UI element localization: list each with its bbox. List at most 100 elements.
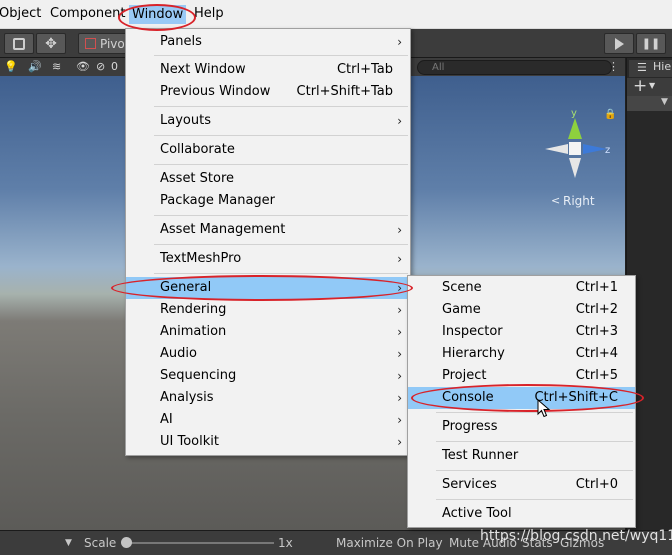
window-menu-item-next-window[interactable]: Next Window Ctrl+Tab xyxy=(126,59,410,81)
menu-item-label: Active Tool xyxy=(442,506,512,521)
menu-item-label: Package Manager xyxy=(160,193,276,208)
watermark-text: https://blog.csdn.net/wyq1153 xyxy=(480,528,672,544)
menu-separator xyxy=(154,273,408,274)
general-menu-item-active-tool[interactable]: Active Tool xyxy=(408,503,635,525)
effects-icon[interactable]: ≋ xyxy=(52,60,61,73)
menu-item-shortcut: Ctrl+Shift+Tab xyxy=(296,84,393,99)
window-menu-item-asset-management[interactable]: Asset Management › xyxy=(126,219,410,241)
lighting-icon[interactable]: 💡 xyxy=(4,60,18,73)
submenu-arrow-icon: › xyxy=(397,35,402,49)
window-menu-item-asset-store[interactable]: Asset Store xyxy=(126,168,410,190)
hierarchy-scene-row[interactable]: ▼ xyxy=(627,96,672,111)
menu-item-label: Game xyxy=(442,302,481,317)
visibility-icon[interactable]: 👁 xyxy=(76,60,90,73)
menu-separator xyxy=(154,244,408,245)
audio-icon[interactable]: 🔊 xyxy=(28,60,42,73)
add-dropdown-icon[interactable]: ▼ xyxy=(649,81,655,90)
menu-item-label: Progress xyxy=(442,419,498,434)
window-menu-item-package-manager[interactable]: Package Manager xyxy=(126,190,410,212)
window-menu-item-audio[interactable]: Audio › xyxy=(126,343,410,365)
submenu-arrow-icon: › xyxy=(397,303,402,317)
menu-item-label: UI Toolkit xyxy=(160,434,219,449)
hidden-objects-icon[interactable]: ⊘ xyxy=(96,60,105,73)
window-menu-item-layouts[interactable]: Layouts › xyxy=(126,110,410,132)
menu-item-shortcut: Ctrl+1 xyxy=(575,280,618,295)
general-menu-item-inspector[interactable]: Inspector Ctrl+3 xyxy=(408,321,635,343)
menu-item-shortcut: Ctrl+0 xyxy=(575,477,618,492)
menu-help[interactable]: Help xyxy=(194,6,224,21)
menu-component[interactable]: Component xyxy=(50,6,125,21)
menu-separator xyxy=(154,135,408,136)
menu-separator xyxy=(154,55,408,56)
window-menu-item-rendering[interactable]: Rendering › xyxy=(126,299,410,321)
general-menu-item-scene[interactable]: Scene Ctrl+1 xyxy=(408,277,635,299)
gizmo-z-cone xyxy=(583,144,607,154)
menu-item-label: Previous Window xyxy=(160,84,271,99)
menu-separator xyxy=(154,106,408,107)
menu-item-label: Layouts xyxy=(160,113,211,128)
window-menu-item-ui-toolkit[interactable]: UI Toolkit › xyxy=(126,431,410,453)
annotation-ring-window xyxy=(118,4,196,31)
submenu-arrow-icon: › xyxy=(397,347,402,361)
window-menu-item-ai[interactable]: AI › xyxy=(126,409,410,431)
menu-separator xyxy=(436,499,633,500)
tool-button[interactable] xyxy=(4,33,34,54)
gizmo-y-label: y xyxy=(571,108,577,119)
gizmo-y-cone xyxy=(568,118,582,139)
window-menu-item-animation[interactable]: Animation › xyxy=(126,321,410,343)
menu-separator xyxy=(436,470,633,471)
menu-item-label: Scene xyxy=(442,280,482,295)
window-menu-item-previous-window[interactable]: Previous Window Ctrl+Shift+Tab xyxy=(126,81,410,103)
menu-separator xyxy=(436,441,633,442)
window-menu-item-collaborate[interactable]: Collaborate xyxy=(126,139,410,161)
submenu-arrow-icon: › xyxy=(397,391,402,405)
submenu-arrow-icon: › xyxy=(397,114,402,128)
window-menu-item-sequencing[interactable]: Sequencing › xyxy=(126,365,410,387)
maximize-on-play-toggle[interactable]: Maximize On Play xyxy=(336,536,443,550)
menu-gameobject[interactable]: Object xyxy=(0,6,41,21)
menu-item-label: Test Runner xyxy=(442,448,519,463)
pivot-toggle[interactable]: Pivo xyxy=(78,33,128,54)
scale-slider-handle[interactable] xyxy=(121,537,132,548)
play-button[interactable] xyxy=(604,33,634,54)
menu-separator xyxy=(154,215,408,216)
pause-button[interactable]: ❚❚ xyxy=(636,33,666,54)
pause-icon: ❚❚ xyxy=(641,37,661,50)
general-menu-item-services[interactable]: Services Ctrl+0 xyxy=(408,474,635,496)
menu-item-label: Analysis xyxy=(160,390,214,405)
menu-item-label: Asset Store xyxy=(160,171,235,186)
general-menu-item-progress[interactable]: Progress xyxy=(408,416,635,438)
scene-search-text: All xyxy=(432,62,445,73)
submenu-arrow-icon: › xyxy=(397,435,402,449)
hierarchy-tab[interactable]: ☰ Hie xyxy=(629,60,672,77)
scale-slider-track[interactable] xyxy=(128,542,274,544)
general-menu-item-test-runner[interactable]: Test Runner xyxy=(408,445,635,467)
window-menu-item-textmeshpro[interactable]: TextMeshPro › xyxy=(126,248,410,270)
gizmo-view-arrow: < xyxy=(551,194,560,207)
gizmo-center-cube xyxy=(569,142,581,155)
scene-search-input[interactable]: All xyxy=(417,60,612,75)
menu-item-label: Asset Management xyxy=(160,222,286,237)
scene-gizmo[interactable]: y z Right < xyxy=(535,104,615,214)
scale-value: 1x xyxy=(278,536,293,550)
menu-item-label: Services xyxy=(442,477,497,492)
submenu-arrow-icon: › xyxy=(397,252,402,266)
menu-bar: Object Component Window Help xyxy=(0,0,672,29)
general-menu-item-game[interactable]: Game Ctrl+2 xyxy=(408,299,635,321)
window-menu-item-analysis[interactable]: Analysis › xyxy=(126,387,410,409)
menu-item-label: Sequencing xyxy=(160,368,237,383)
menu-item-label: Next Window xyxy=(160,62,246,77)
lock-icon[interactable]: 🔒 xyxy=(604,109,616,120)
hierarchy-tab-label: Hie xyxy=(653,60,672,73)
submenu-arrow-icon: › xyxy=(397,413,402,427)
window-menu-item-panels[interactable]: Panels › xyxy=(126,31,410,53)
aspect-dropdown-icon[interactable]: ▼ xyxy=(65,538,72,548)
hidden-count: 0 xyxy=(111,60,118,73)
general-menu-item-hierarchy[interactable]: Hierarchy Ctrl+4 xyxy=(408,343,635,365)
transform-tool-button[interactable]: ✥ xyxy=(36,33,66,54)
gizmo-x-cone xyxy=(545,144,568,154)
scale-label: Scale xyxy=(84,536,117,550)
add-icon[interactable]: + xyxy=(633,76,647,96)
gizmo-down-cone xyxy=(569,158,581,178)
hierarchy-toolbar: + ▼ xyxy=(627,76,672,96)
